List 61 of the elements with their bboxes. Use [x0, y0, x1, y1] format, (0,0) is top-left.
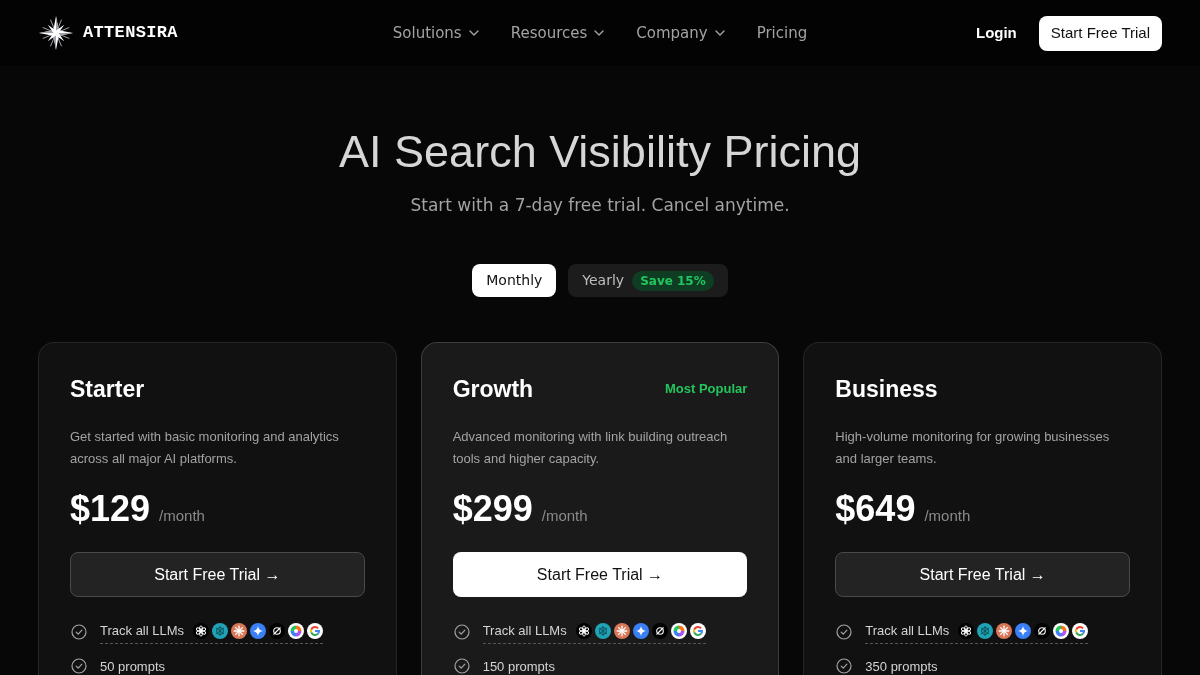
check-circle-icon	[453, 658, 470, 675]
check-circle-icon	[836, 624, 853, 641]
billing-tab[interactable]: Yearly Save 15%	[568, 264, 728, 297]
plan-description: Advanced monitoring with link building outreach tools and higher capacity.	[452, 428, 729, 468]
sparkle-icon	[632, 622, 649, 639]
feature-text: Track all LLMs	[865, 622, 950, 640]
popular-label: Most Popular	[665, 380, 748, 399]
billing-tab[interactable]: Monthly	[472, 264, 557, 297]
page-subtitle: Start with a 7-day free trial. Cancel anytime.	[409, 194, 791, 217]
feature-text: Track all LLMs	[100, 622, 185, 640]
plan-name: Starter	[70, 375, 145, 404]
check-circle-icon	[71, 658, 87, 675]
nav-link[interactable]: Company	[636, 21, 725, 45]
flower-icon	[958, 622, 975, 639]
flower-icon	[575, 622, 592, 639]
slashed-circle-icon	[269, 622, 286, 639]
sparkle-icon	[1015, 622, 1032, 639]
asterisk-icon	[996, 622, 1013, 639]
slashed-circle-icon	[1034, 622, 1051, 639]
slashed-circle-icon	[651, 622, 668, 639]
feature-text: Track all LLMs	[482, 622, 567, 640]
plan-name: Business	[835, 375, 938, 404]
swirl-icon	[1053, 622, 1070, 639]
start-trial-button[interactable]: Start Free Trial →	[835, 552, 1130, 597]
plan-price: $129	[70, 489, 151, 529]
swirl-icon	[288, 622, 305, 639]
nav-link[interactable]: Resources	[510, 21, 605, 45]
plan-description: High-volume monitoring for growing businesses and larger teams.	[835, 428, 1111, 468]
feature-text: 150 prompts	[482, 657, 555, 675]
nav-link[interactable]: Solutions	[392, 21, 479, 45]
feature-text: 50 prompts	[100, 657, 166, 675]
lattice-icon	[212, 622, 229, 639]
asterisk-icon	[613, 622, 630, 639]
nav-link[interactable]: Pricing	[756, 21, 808, 45]
feature-text: 350 prompts	[865, 657, 938, 675]
price-period: /month	[541, 506, 588, 526]
login-link[interactable]: Login	[975, 21, 1017, 45]
lattice-icon	[977, 622, 994, 639]
g-icon	[1072, 622, 1089, 639]
check-circle-icon	[71, 624, 87, 641]
plan-name: Growth	[452, 375, 534, 404]
price-period: /month	[159, 506, 205, 526]
start-trial-button[interactable]: Start Free Trial →	[70, 552, 365, 597]
page-title: AI Search Visibility Pricing	[338, 125, 862, 179]
g-icon	[307, 622, 324, 639]
start-trial-button[interactable]: Start Free Trial	[1038, 15, 1162, 51]
lattice-icon	[594, 622, 611, 639]
check-circle-icon	[453, 624, 470, 641]
price-period: /month	[924, 506, 971, 526]
asterisk-icon	[231, 622, 248, 639]
sparkle-icon	[250, 622, 267, 639]
discount-badge: Save 15%	[632, 270, 714, 291]
plan-price: $649	[835, 489, 916, 529]
start-trial-button[interactable]: Start Free Trial →	[452, 552, 748, 597]
check-circle-icon	[836, 658, 853, 675]
plan-price: $299	[452, 489, 533, 529]
plan-description: Get started with basic monitoring and analytics across all major AI platforms.	[70, 428, 340, 468]
g-icon	[689, 622, 706, 639]
flower-icon	[193, 622, 210, 639]
swirl-icon	[670, 622, 687, 639]
brand-name: ATTENSIRA	[83, 22, 178, 45]
